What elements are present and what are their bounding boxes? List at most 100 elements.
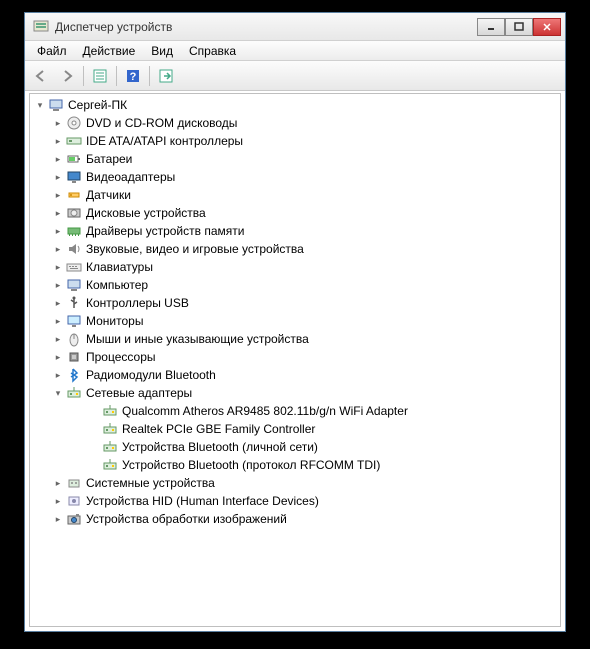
svg-text:?: ?: [130, 71, 137, 83]
expander-placeholder: [88, 405, 100, 417]
properties-button[interactable]: [88, 64, 112, 88]
expand-icon[interactable]: ▸: [52, 369, 64, 381]
category-node[interactable]: ▸ Радиомодули Bluetooth: [32, 366, 558, 384]
hid-icon: [66, 493, 82, 509]
node-label: Сетевые адаптеры: [86, 386, 192, 400]
node-label: Видеоадаптеры: [86, 170, 175, 184]
expand-icon[interactable]: ▸: [52, 351, 64, 363]
category-node[interactable]: ▸ Компьютер: [32, 276, 558, 294]
category-node[interactable]: ▸ Видеоадаптеры: [32, 168, 558, 186]
category-node[interactable]: ▸IDE ATA/ATAPI контроллеры: [32, 132, 558, 150]
category-node[interactable]: ▸Мониторы: [32, 312, 558, 330]
node-label: Дисковые устройства: [86, 206, 206, 220]
usb-icon: [66, 295, 82, 311]
expand-icon[interactable]: ▸: [52, 513, 64, 525]
category-node[interactable]: ▸ Контроллеры USB: [32, 294, 558, 312]
node-label: Устройство Bluetooth (протокол RFCOMM TD…: [122, 458, 380, 472]
menu-help[interactable]: Справка: [181, 42, 244, 60]
network-icon: [102, 457, 118, 473]
expand-icon[interactable]: ▸: [52, 297, 64, 309]
category-node[interactable]: ▸Мыши и иные указывающие устройства: [32, 330, 558, 348]
expand-icon[interactable]: ▸: [52, 189, 64, 201]
window-frame: Диспетчер устройств Файл Действие Вид Сп…: [24, 12, 566, 632]
network-icon: [66, 385, 82, 401]
node-label: Qualcomm Atheros AR9485 802.11b/g/n WiFi…: [122, 404, 408, 418]
node-label: Контроллеры USB: [86, 296, 189, 310]
category-node[interactable]: ▸Системные устройства: [32, 474, 558, 492]
window-buttons: [477, 18, 561, 36]
category-node[interactable]: ▸ Устройства обработки изображений: [32, 510, 558, 528]
expand-icon[interactable]: ▸: [52, 279, 64, 291]
node-label: Радиомодули Bluetooth: [86, 368, 216, 382]
system-icon: [66, 475, 82, 491]
tree-panel[interactable]: ▾Сергей-ПК ▸ DVD и CD-ROM дисководы ▸IDE AT…: [29, 93, 561, 627]
expander-placeholder: [88, 459, 100, 471]
category-node[interactable]: ▸ Драйверы устройств памяти: [32, 222, 558, 240]
expand-icon[interactable]: ▸: [52, 135, 64, 147]
menubar: Файл Действие Вид Справка: [25, 41, 565, 61]
close-button[interactable]: [533, 18, 561, 36]
expand-icon[interactable]: ▸: [52, 315, 64, 327]
titlebar[interactable]: Диспетчер устройств: [25, 13, 565, 41]
memory-icon: [66, 223, 82, 239]
device-node[interactable]: Устройство Bluetooth (протокол RFCOMM TD…: [32, 456, 558, 474]
pc-icon: [66, 277, 82, 293]
node-label: Процессоры: [86, 350, 156, 364]
expand-icon[interactable]: ▸: [52, 207, 64, 219]
category-node[interactable]: ▾ Сетевые адаптеры: [32, 384, 558, 402]
root-node[interactable]: ▾Сергей-ПК: [32, 96, 558, 114]
expand-icon[interactable]: ▸: [52, 153, 64, 165]
expander-placeholder: [88, 423, 100, 435]
category-node[interactable]: ▸ DVD и CD-ROM дисководы: [32, 114, 558, 132]
node-label: Звуковые, видео и игровые устройства: [86, 242, 304, 256]
minimize-button[interactable]: [477, 18, 505, 36]
menu-view[interactable]: Вид: [143, 42, 181, 60]
node-label: Компьютер: [86, 278, 148, 292]
expander-placeholder: [88, 441, 100, 453]
expand-icon[interactable]: ▸: [52, 225, 64, 237]
display-icon: [66, 169, 82, 185]
scan-button[interactable]: [154, 64, 178, 88]
toolbar-separator: [149, 66, 150, 86]
maximize-button[interactable]: [505, 18, 533, 36]
device-node[interactable]: Устройства Bluetooth (личной сети): [32, 438, 558, 456]
node-label: Устройства обработки изображений: [86, 512, 287, 526]
forward-button[interactable]: [55, 64, 79, 88]
category-node[interactable]: ▸Клавиатуры: [32, 258, 558, 276]
monitor-icon: [66, 313, 82, 329]
category-node[interactable]: ▸ Дисковые устройства: [32, 204, 558, 222]
category-node[interactable]: ▸Устройства HID (Human Interface Devices…: [32, 492, 558, 510]
expand-icon[interactable]: ▸: [52, 261, 64, 273]
expand-icon[interactable]: ▸: [52, 171, 64, 183]
expand-icon[interactable]: ▸: [52, 333, 64, 345]
category-node[interactable]: ▸ Звуковые, видео и игровые устройства: [32, 240, 558, 258]
device-tree: ▾Сергей-ПК ▸ DVD и CD-ROM дисководы ▸IDE AT…: [30, 94, 560, 530]
node-label: Батареи: [86, 152, 132, 166]
category-node[interactable]: ▸Датчики: [32, 186, 558, 204]
app-icon: [33, 19, 49, 35]
network-icon: [102, 421, 118, 437]
toolbar-separator: [116, 66, 117, 86]
expand-icon[interactable]: ▸: [52, 243, 64, 255]
keyboard-icon: [66, 259, 82, 275]
toolbar: ?: [25, 61, 565, 91]
battery-icon: [66, 151, 82, 167]
node-label: DVD и CD-ROM дисководы: [86, 116, 237, 130]
expand-icon[interactable]: ▸: [52, 117, 64, 129]
device-node[interactable]: Qualcomm Atheros AR9485 802.11b/g/n WiFi…: [32, 402, 558, 420]
collapse-icon[interactable]: ▾: [34, 99, 46, 111]
collapse-icon[interactable]: ▾: [52, 387, 64, 399]
menu-file[interactable]: Файл: [29, 42, 75, 60]
device-node[interactable]: Realtek PCIe GBE Family Controller: [32, 420, 558, 438]
toolbar-separator: [83, 66, 84, 86]
category-node[interactable]: ▸ Процессоры: [32, 348, 558, 366]
category-node[interactable]: ▸ Батареи: [32, 150, 558, 168]
back-button[interactable]: [29, 64, 53, 88]
bluetooth-icon: [66, 367, 82, 383]
expand-icon[interactable]: ▸: [52, 495, 64, 507]
help-button[interactable]: ?: [121, 64, 145, 88]
node-label: Устройства Bluetooth (личной сети): [122, 440, 318, 454]
menu-action[interactable]: Действие: [75, 42, 144, 60]
expand-icon[interactable]: ▸: [52, 477, 64, 489]
node-label: Драйверы устройств памяти: [86, 224, 244, 238]
